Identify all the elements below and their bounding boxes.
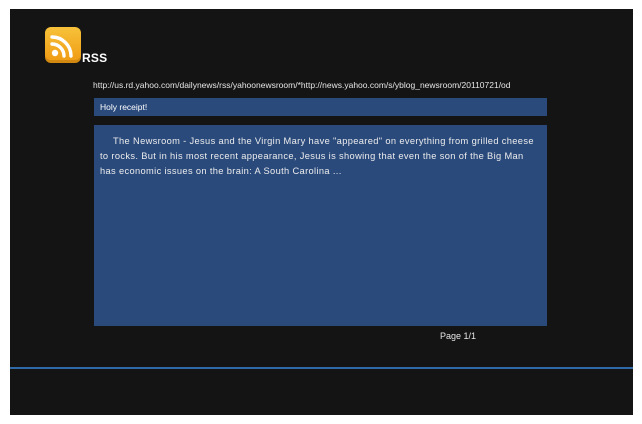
bottom-divider bbox=[10, 367, 633, 369]
article-body-text: The Newsroom - Jesus and the Virgin Mary… bbox=[100, 136, 534, 176]
article-body-panel: The Newsroom - Jesus and the Virgin Mary… bbox=[94, 125, 547, 326]
page-indicator: Page 1/1 bbox=[440, 331, 477, 341]
rss-glyph bbox=[50, 35, 73, 58]
app-title: RSS bbox=[82, 51, 108, 65]
article-title[interactable]: Holy receipt! bbox=[94, 98, 547, 116]
feed-url: http://us.rd.yahoo.com/dailynews/rss/yah… bbox=[93, 80, 511, 90]
rss-reader-screen: RSS http://us.rd.yahoo.com/dailynews/rss… bbox=[10, 9, 633, 415]
rss-icon bbox=[45, 27, 81, 63]
